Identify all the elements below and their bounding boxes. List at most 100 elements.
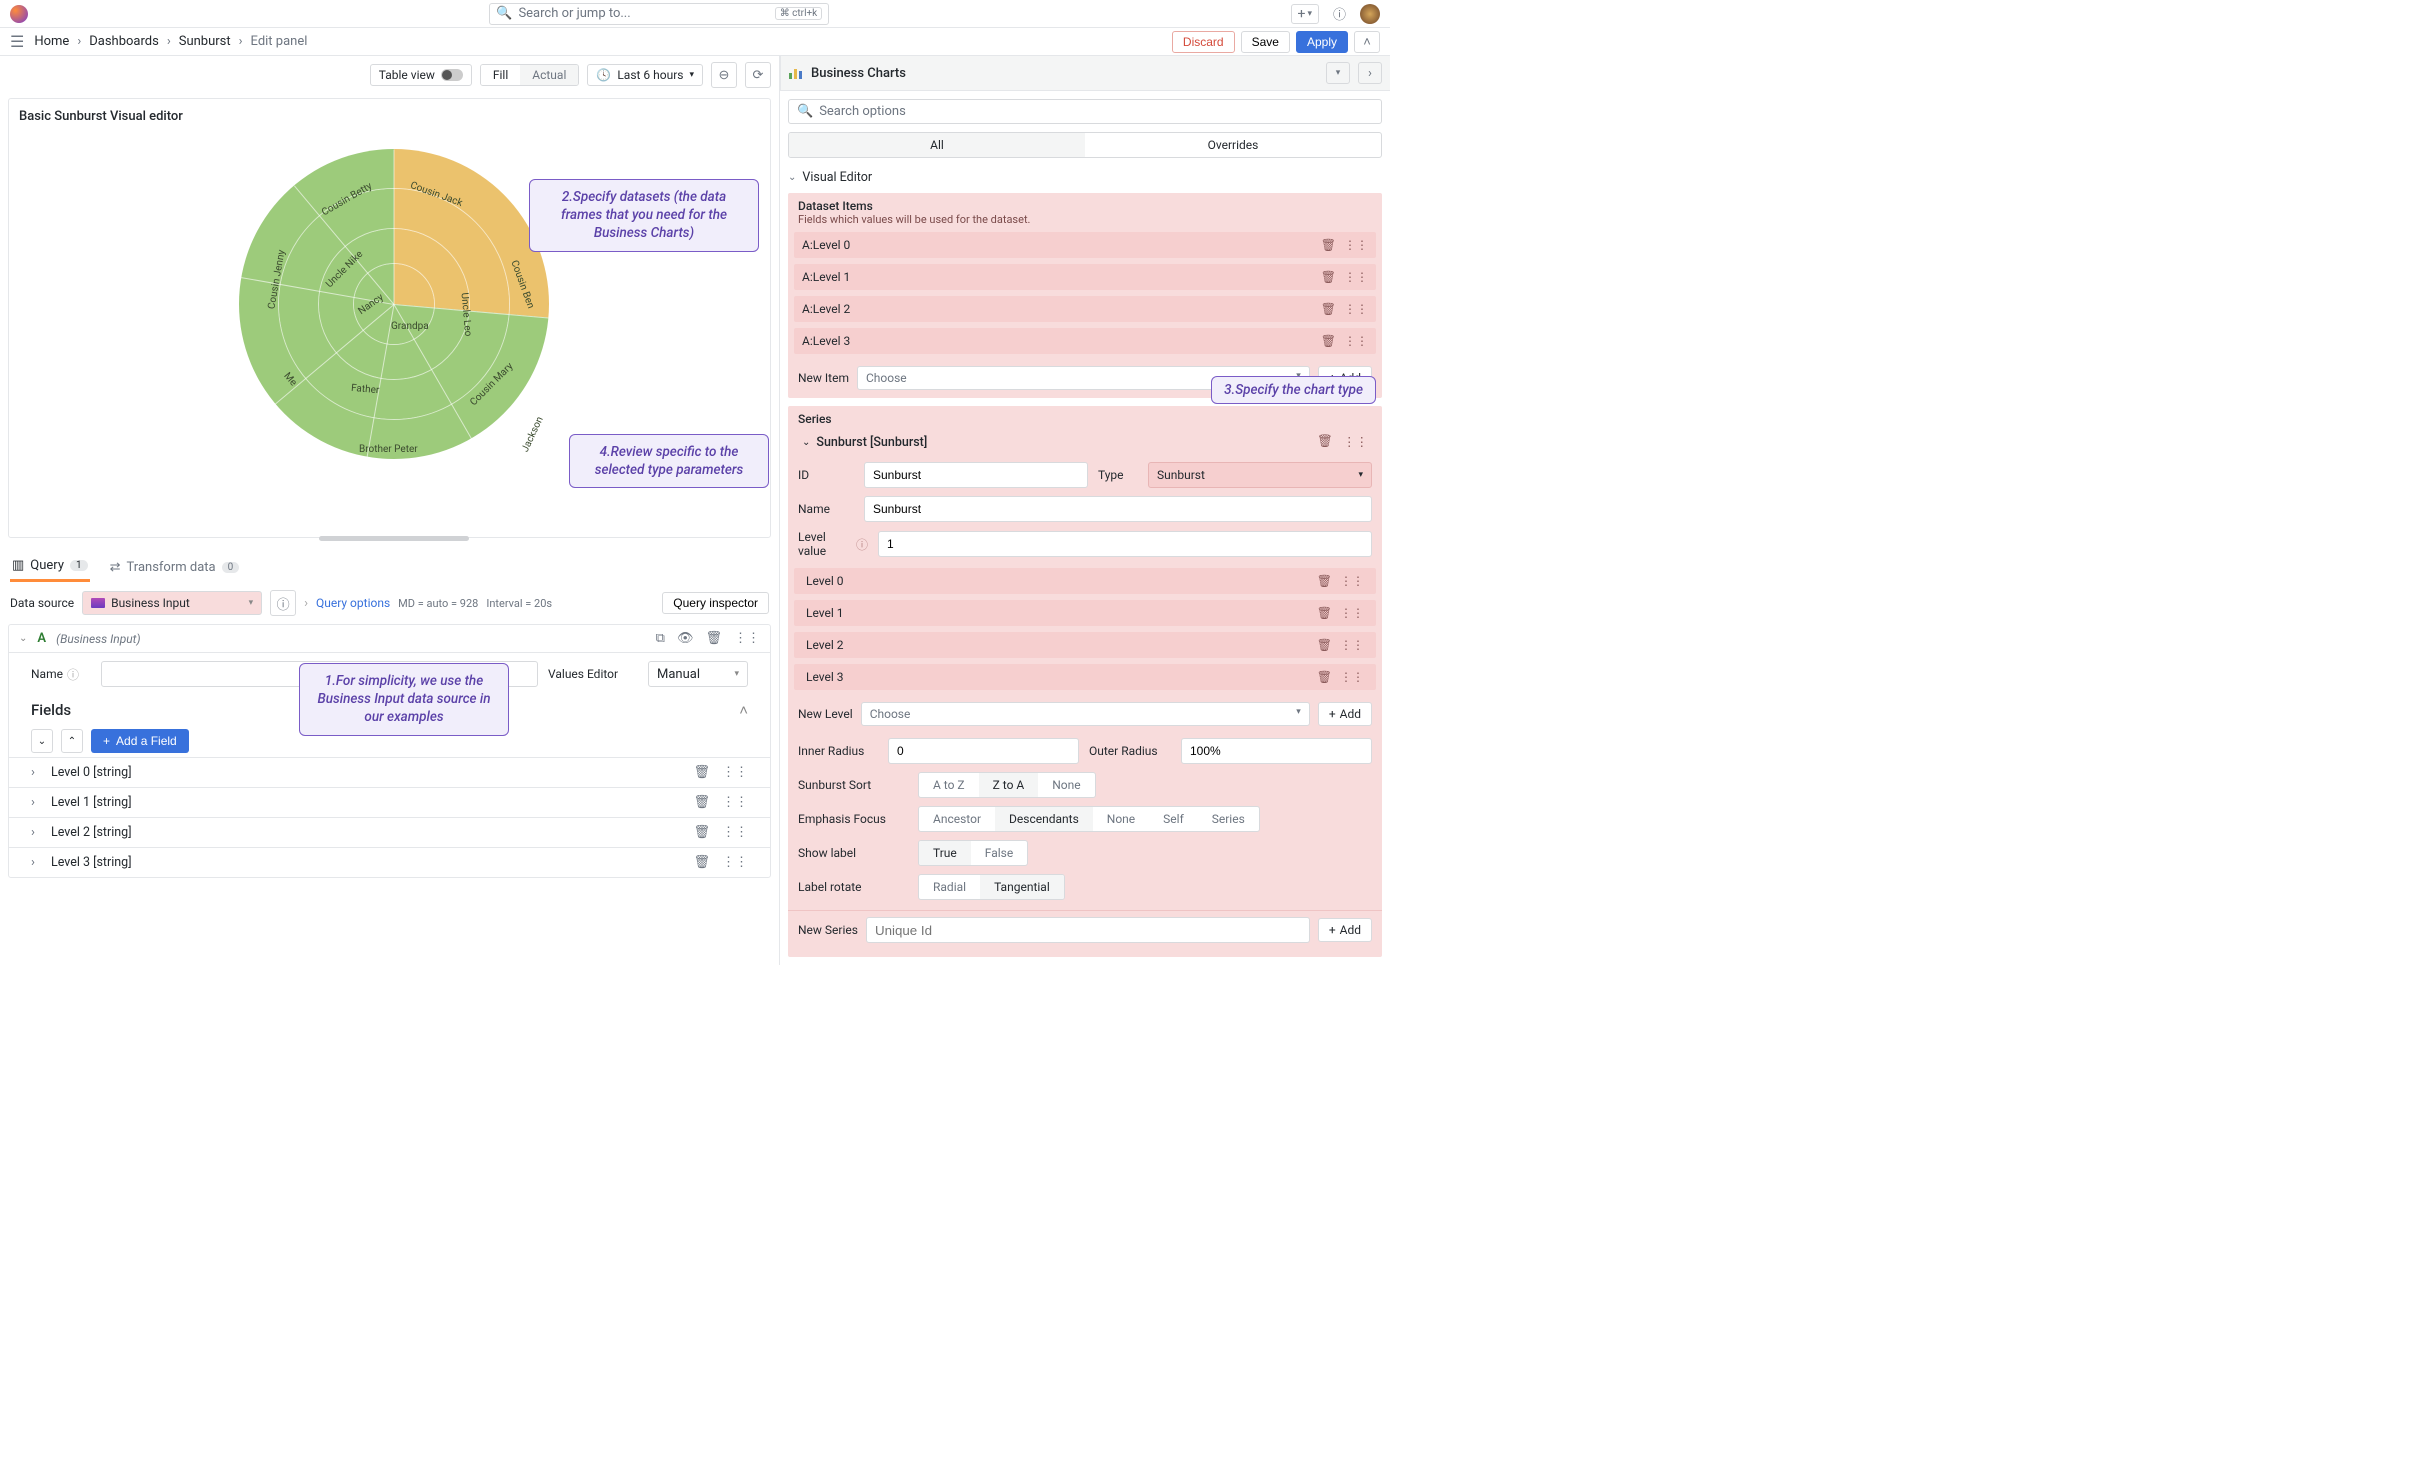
drag-handle-icon[interactable]: ⋮⋮ — [1340, 638, 1364, 652]
trash-icon[interactable]: 🗑 — [1317, 434, 1333, 450]
dataset-item[interactable]: A:Level 1🗑⋮⋮ — [794, 264, 1376, 290]
level-row[interactable]: Level 3🗑⋮⋮ — [794, 664, 1376, 690]
expand-all-button[interactable]: ⌃ — [61, 729, 83, 753]
label-rotate-segment[interactable]: Radial Tangential — [918, 874, 1065, 900]
drag-handle-icon[interactable]: ⋮⋮ — [1344, 270, 1368, 284]
level-row[interactable]: Level 2🗑⋮⋮ — [794, 632, 1376, 658]
add-field-button[interactable]: +Add a Field — [91, 729, 189, 753]
drag-handle-icon[interactable]: ⋮⋮ — [1344, 334, 1368, 348]
trash-icon[interactable]: 🗑 — [693, 855, 710, 870]
sunburst-chart[interactable]: Nancy Grandpa Uncle Nike Uncle Leo Fathe… — [239, 149, 549, 459]
drag-handle-icon[interactable]: ⋮⋮ — [722, 795, 748, 810]
field-row[interactable]: › Level 3 [string] 🗑⋮⋮ — [9, 847, 770, 877]
eye-icon[interactable]: 👁 — [677, 631, 694, 646]
emph-ancestor[interactable]: Ancestor — [919, 807, 995, 831]
chevron-down-icon[interactable]: ⌄ — [19, 633, 27, 644]
new-level-select[interactable]: Choose▾ — [861, 702, 1310, 726]
zoom-out-button[interactable]: ⊖ — [711, 62, 737, 88]
rot-radial[interactable]: Radial — [919, 875, 980, 899]
trash-icon[interactable]: 🗑 — [693, 825, 710, 840]
drag-handle-icon[interactable]: ⋮⋮ — [722, 825, 748, 840]
trash-icon[interactable]: 🗑 — [1317, 574, 1332, 588]
app-logo[interactable] — [10, 5, 28, 23]
tab-all[interactable]: All — [789, 133, 1085, 157]
actual-option[interactable]: Actual — [520, 65, 578, 85]
trash-icon[interactable]: 🗑 — [1321, 302, 1336, 316]
outer-radius-input[interactable] — [1181, 738, 1372, 764]
values-editor-select[interactable]: Manual ▾ — [648, 661, 748, 687]
emphasis-segment[interactable]: Ancestor Descendants None Self Series — [918, 806, 1260, 832]
help-icon[interactable]: ⓘ — [1333, 4, 1346, 23]
show-label-segment[interactable]: True False — [918, 840, 1028, 866]
emph-series[interactable]: Series — [1198, 807, 1259, 831]
menu-icon[interactable]: ☰ — [10, 32, 24, 51]
apply-button[interactable]: Apply — [1296, 31, 1348, 53]
level-value-input[interactable] — [878, 531, 1372, 557]
rot-tangential[interactable]: Tangential — [980, 875, 1064, 899]
sort-z-to-a[interactable]: Z to A — [979, 773, 1039, 797]
query-inspector-button[interactable]: Query inspector — [662, 592, 769, 614]
section-visual-editor[interactable]: ⌄ Visual Editor — [780, 166, 1390, 189]
emph-self[interactable]: Self — [1149, 807, 1198, 831]
trash-icon[interactable]: 🗑 — [1317, 638, 1332, 652]
add-level-button[interactable]: +Add — [1318, 702, 1372, 726]
sort-a-to-z[interactable]: A to Z — [919, 773, 979, 797]
trash-icon[interactable]: 🗑 — [693, 795, 710, 810]
drag-handle-icon[interactable]: ⋮⋮ — [1344, 302, 1368, 316]
drag-handle-icon[interactable]: ⋮⋮ — [1343, 434, 1368, 450]
collapse-fields-icon[interactable]: ˄ — [739, 701, 748, 719]
tab-overrides[interactable]: Overrides — [1085, 133, 1381, 157]
add-menu[interactable]: +▾ — [1291, 4, 1319, 24]
trash-icon[interactable]: 🗑 — [1317, 670, 1332, 684]
new-series-input[interactable] — [866, 917, 1310, 943]
show-true[interactable]: True — [919, 841, 971, 865]
dataset-item[interactable]: A:Level 0🗑⋮⋮ — [794, 232, 1376, 258]
drag-handle-icon[interactable]: ⋮⋮ — [722, 765, 748, 780]
drag-handle-icon[interactable]: ⋮⋮ — [734, 631, 760, 646]
copy-icon[interactable]: ⧉ — [656, 631, 665, 646]
field-row[interactable]: › Level 2 [string] 🗑⋮⋮ — [9, 817, 770, 847]
options-search[interactable]: 🔍 Search options — [788, 99, 1382, 124]
datasource-info-button[interactable]: ⓘ — [270, 590, 296, 616]
tab-transform[interactable]: ⇄ Transform data 0 — [108, 554, 242, 581]
refresh-button[interactable]: ⟳ — [745, 62, 771, 88]
avatar[interactable] — [1360, 4, 1380, 24]
sunburst-sort-segment[interactable]: A to Z Z to A None — [918, 772, 1096, 798]
inner-radius-input[interactable] — [888, 738, 1079, 764]
crumb-sunburst[interactable]: Sunburst — [179, 34, 231, 49]
collapse-all-button[interactable]: ⌄ — [31, 729, 53, 753]
drag-handle-icon[interactable]: ⋮⋮ — [722, 855, 748, 870]
show-false[interactable]: False — [971, 841, 1027, 865]
drag-handle-icon[interactable]: ⋮⋮ — [1340, 606, 1364, 620]
dataset-item[interactable]: A:Level 2🗑⋮⋮ — [794, 296, 1376, 322]
field-row[interactable]: › Level 0 [string] 🗑⋮⋮ — [9, 757, 770, 787]
drag-handle-icon[interactable]: ⋮⋮ — [1340, 670, 1364, 684]
trash-icon[interactable]: 🗑 — [1321, 270, 1336, 284]
fill-option[interactable]: Fill — [481, 65, 520, 85]
add-series-button[interactable]: +Add — [1318, 918, 1372, 942]
tab-query[interactable]: ▥ Query 1 — [10, 552, 90, 582]
trash-icon[interactable]: 🗑 — [705, 631, 722, 646]
type-select[interactable]: Sunburst ▾ — [1148, 462, 1372, 488]
viz-picker-chevron[interactable]: ▾ — [1326, 62, 1350, 84]
table-view-toggle[interactable]: Table view — [370, 64, 472, 86]
trash-icon[interactable]: 🗑 — [1321, 334, 1336, 348]
sort-none[interactable]: None — [1038, 773, 1094, 797]
drag-handle-icon[interactable]: ⋮⋮ — [1340, 574, 1364, 588]
level-row[interactable]: Level 0🗑⋮⋮ — [794, 568, 1376, 594]
drag-handle-icon[interactable]: ⋮⋮ — [1344, 238, 1368, 252]
expand-right-button[interactable]: › — [1358, 62, 1382, 84]
global-search[interactable]: 🔍 Search or jump to... ⌘ ctrl+k — [489, 3, 829, 25]
field-row[interactable]: › Level 1 [string] 🗑⋮⋮ — [9, 787, 770, 817]
level-row[interactable]: Level 1🗑⋮⋮ — [794, 600, 1376, 626]
trash-icon[interactable]: 🗑 — [1321, 238, 1336, 252]
collapse-button[interactable]: ˄ — [1354, 31, 1380, 53]
trash-icon[interactable]: 🗑 — [1317, 606, 1332, 620]
trash-icon[interactable]: 🗑 — [693, 765, 710, 780]
id-input[interactable] — [864, 462, 1088, 488]
emph-none[interactable]: None — [1093, 807, 1149, 831]
emph-descendants[interactable]: Descendants — [995, 807, 1093, 831]
dataset-item[interactable]: A:Level 3🗑⋮⋮ — [794, 328, 1376, 354]
crumb-dashboards[interactable]: Dashboards — [89, 34, 159, 49]
discard-button[interactable]: Discard — [1172, 31, 1235, 53]
